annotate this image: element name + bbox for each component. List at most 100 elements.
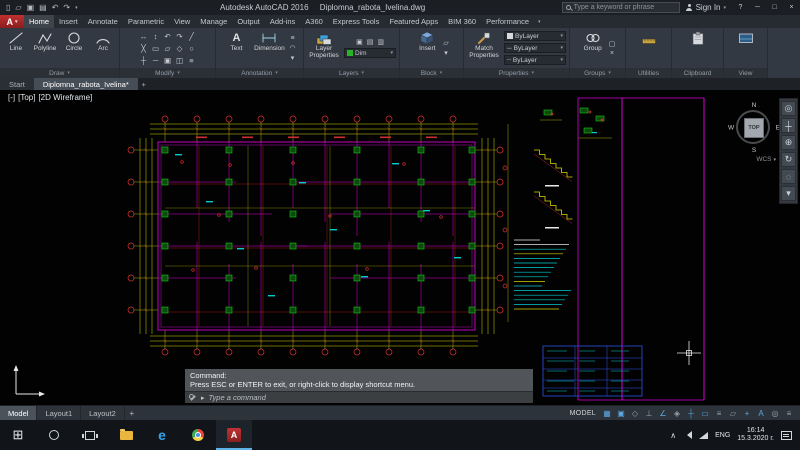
block-more-icon[interactable]: ▾	[443, 49, 448, 57]
tab-bim360[interactable]: BIM 360	[443, 15, 481, 28]
object-snap-toggle[interactable]: ▭	[699, 407, 711, 419]
annotation-scale-button[interactable]: A	[755, 407, 767, 419]
snap-toggle[interactable]: ▣	[615, 407, 627, 419]
layer-state-button[interactable]: ▣	[356, 38, 363, 46]
polyline-tool-button[interactable]: Polyline	[32, 29, 58, 67]
wcs-menu[interactable]: WCS ▾	[756, 156, 776, 163]
notification-center-icon[interactable]	[781, 430, 792, 440]
viewcube-north[interactable]: N	[752, 102, 757, 109]
close-button[interactable]: ×	[783, 0, 800, 15]
model-space-label[interactable]: MODEL	[570, 410, 596, 417]
help-button[interactable]: ?	[732, 0, 749, 15]
ungroup-button[interactable]: ▢	[609, 40, 616, 48]
modify-tool-button[interactable]: ◫	[176, 56, 183, 65]
group-button[interactable]: Group	[580, 29, 606, 67]
visual-style-button[interactable]: [2D Wireframe]	[38, 93, 92, 102]
layer-isolate-button[interactable]: ▤	[367, 38, 374, 46]
save-icon[interactable]: ▣	[27, 3, 35, 12]
edge-button[interactable]: e	[144, 420, 180, 450]
redo-icon[interactable]: ↷	[63, 3, 70, 12]
modify-tool-button[interactable]: ≡	[189, 56, 193, 65]
tab-express-tools[interactable]: Express Tools	[328, 15, 385, 28]
arc-tool-button[interactable]: Arc	[90, 29, 116, 67]
viewcube[interactable]: N W S E TOP	[728, 102, 780, 154]
modify-tool-button[interactable]: ▭	[152, 44, 159, 53]
qat-dropdown-icon[interactable]: ▾	[75, 5, 78, 11]
layout-tab-model[interactable]: Model	[0, 406, 38, 420]
orbit-button[interactable]: ↻	[781, 152, 796, 167]
drawing-canvas[interactable]: [-] [Top] [2D Wireframe] N W S E TOP WCS…	[0, 90, 800, 405]
chrome-button[interactable]	[180, 420, 216, 450]
modify-tool-button[interactable]: ┼	[141, 56, 146, 65]
viewcube-west[interactable]: W	[728, 125, 734, 132]
ortho-toggle[interactable]: ⊥	[643, 407, 655, 419]
panel-label-view[interactable]: View	[724, 68, 767, 78]
modify-tool-button[interactable]: ↕	[154, 32, 158, 41]
modify-tool-button[interactable]: ─	[153, 56, 158, 65]
panel-label-clipboard[interactable]: Clipboard	[672, 68, 723, 78]
infer-constraints-toggle[interactable]: ◇	[629, 407, 641, 419]
view-controls-button[interactable]: [Top]	[18, 93, 35, 102]
tab-overflow-icon[interactable]: ▾	[534, 15, 545, 28]
navigation-wheel-button[interactable]: ◎	[781, 101, 796, 116]
pan-button[interactable]: ┼	[781, 118, 796, 133]
paste-button[interactable]	[685, 29, 711, 67]
workspace-switcher[interactable]: ◎	[769, 407, 781, 419]
tray-expand-icon[interactable]: ∧	[670, 431, 676, 440]
lineweight-dropdown[interactable]: ─ ByLayer ▾	[504, 43, 566, 53]
modify-tool-button[interactable]: ╳	[141, 44, 146, 53]
panel-label-layers[interactable]: Layers ▾	[304, 68, 399, 78]
new-drawing-button[interactable]: +	[138, 78, 150, 90]
new-layout-button[interactable]: +	[125, 406, 139, 420]
tab-addins[interactable]: Add-ins	[265, 15, 300, 28]
annotation-more-icon[interactable]: ▾	[289, 54, 295, 62]
layout-tab-layout2[interactable]: Layout2	[81, 406, 125, 420]
tab-insert[interactable]: Insert	[54, 15, 83, 28]
tab-parametric[interactable]: Parametric	[123, 15, 169, 28]
new-file-icon[interactable]: ▯	[6, 3, 10, 12]
panel-label-modify[interactable]: Modify ▾	[120, 68, 215, 78]
measure-button[interactable]	[636, 29, 662, 67]
text-tool-button[interactable]: A Text	[223, 29, 249, 67]
circle-tool-button[interactable]: Circle	[61, 29, 87, 67]
panel-label-draw[interactable]: Draw ▾	[0, 68, 119, 78]
help-search-input[interactable]: Type a keyword or phrase	[561, 2, 680, 13]
clock[interactable]: 16:14 15.3.2020 г.	[737, 427, 774, 443]
transparency-toggle[interactable]: ▱	[727, 407, 739, 419]
modify-tool-button[interactable]: ↷	[176, 32, 182, 41]
modify-tool-button[interactable]: ↶	[164, 32, 170, 41]
layout-tab-layout1[interactable]: Layout1	[37, 406, 82, 420]
autocad-taskbar-button[interactable]: A	[216, 420, 252, 450]
file-explorer-button[interactable]	[108, 420, 144, 450]
start-button[interactable]: ⊞	[0, 420, 36, 450]
application-menu-button[interactable]: A ▾	[0, 15, 24, 28]
tab-annotate[interactable]: Annotate	[83, 15, 123, 28]
viewport-menu-button[interactable]: [-]	[8, 93, 15, 102]
create-block-button[interactable]: ▱	[443, 39, 448, 47]
tab-output[interactable]: Output	[232, 15, 265, 28]
tab-featured-apps[interactable]: Featured Apps	[384, 15, 443, 28]
line-tool-button[interactable]: Line	[3, 29, 29, 67]
plot-icon[interactable]: ▤	[39, 3, 47, 12]
linetype-dropdown[interactable]: ┄ ByLayer ▾	[504, 55, 566, 65]
tab-home[interactable]: Home	[24, 15, 55, 28]
panel-label-annotation[interactable]: Annotation ▾	[216, 68, 303, 78]
modify-tool-button[interactable]: ◇	[177, 44, 183, 53]
modify-tool-button[interactable]: ↔	[140, 32, 148, 41]
command-input[interactable]	[208, 393, 529, 402]
sign-in-button[interactable]: Sign In ▾	[680, 3, 732, 12]
file-tab-document[interactable]: Diplomna_rabota_Ivelina*	[33, 78, 138, 90]
language-indicator[interactable]: ENG	[715, 432, 730, 439]
leader-tool-button[interactable]: ≡	[289, 35, 295, 42]
tab-manage[interactable]: Manage	[195, 15, 232, 28]
taskbar-search-button[interactable]	[36, 420, 72, 450]
tab-a360[interactable]: A360	[300, 15, 328, 28]
viewcube-top-face[interactable]: TOP	[744, 118, 764, 138]
object-color-dropdown[interactable]: ByLayer ▾	[504, 31, 566, 41]
layer-properties-button[interactable]: Layer Properties	[307, 29, 341, 67]
match-properties-button[interactable]: Match Properties	[467, 29, 501, 67]
insert-block-button[interactable]: Insert	[414, 29, 440, 67]
tab-performance[interactable]: Performance	[481, 15, 534, 28]
viewcube-south[interactable]: S	[752, 147, 756, 154]
tab-view[interactable]: View	[169, 15, 195, 28]
